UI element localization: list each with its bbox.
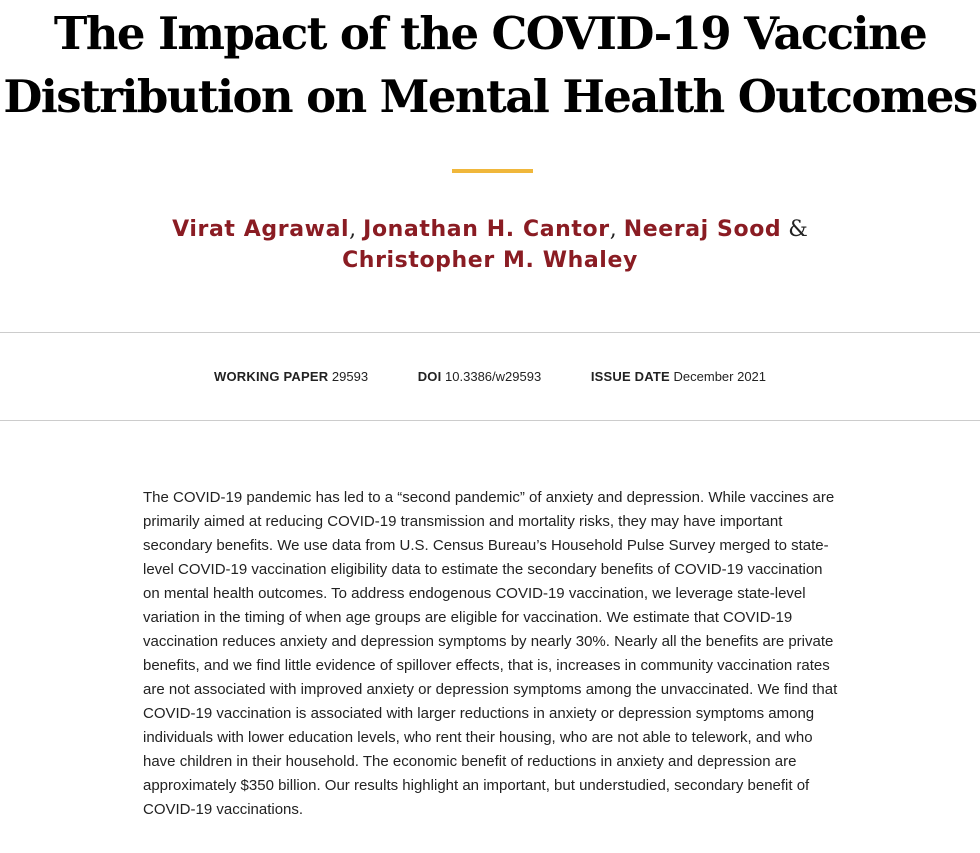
author-separator-ampersand: & [788,217,808,242]
author-separator: , [609,217,617,242]
issue-date-meta: ISSUE DATE December 2021 [591,368,766,386]
meta-top-divider [0,332,980,333]
author-link-virat-agrawal[interactable]: Virat Agrawal [172,217,349,242]
working-paper-number: 29593 [331,369,369,384]
issue-date-label: ISSUE DATE [590,369,670,384]
author-list: Virat Agrawal, Jonathan H. Cantor, Neera… [0,214,980,276]
author-link-christopher-m-whaley[interactable]: Christopher M. Whaley [342,248,638,273]
paper-title-line-1: The Impact of the COVID-19 Vaccine [53,7,928,60]
author-link-jonathan-h-cantor[interactable]: Jonathan H. Cantor [363,217,610,242]
working-paper-label: WORKING PAPER [213,369,329,384]
doi-value: 10.3386/w29593 [445,369,542,384]
doi-meta: DOI 10.3386/w29593 [418,368,542,386]
abstract-text: The COVID-19 pandemic has led to a “seco… [143,489,838,818]
title-accent-divider [452,169,533,173]
author-separator: , [349,217,357,242]
meta-bottom-divider [0,420,980,421]
paper-title: The Impact of the COVID-19 Vaccine Distr… [0,2,980,128]
working-paper-meta: WORKING PAPER 29593 [214,368,368,386]
paper-title-line-2: Distribution on Mental Health Outcomes [3,70,978,123]
author-link-neeraj-sood[interactable]: Neeraj Sood [624,217,782,242]
doi-label: DOI [417,369,442,384]
paper-metadata-bar: WORKING PAPER 29593 DOI 10.3386/w29593 I… [0,368,980,386]
issue-date-value: December 2021 [673,369,767,384]
